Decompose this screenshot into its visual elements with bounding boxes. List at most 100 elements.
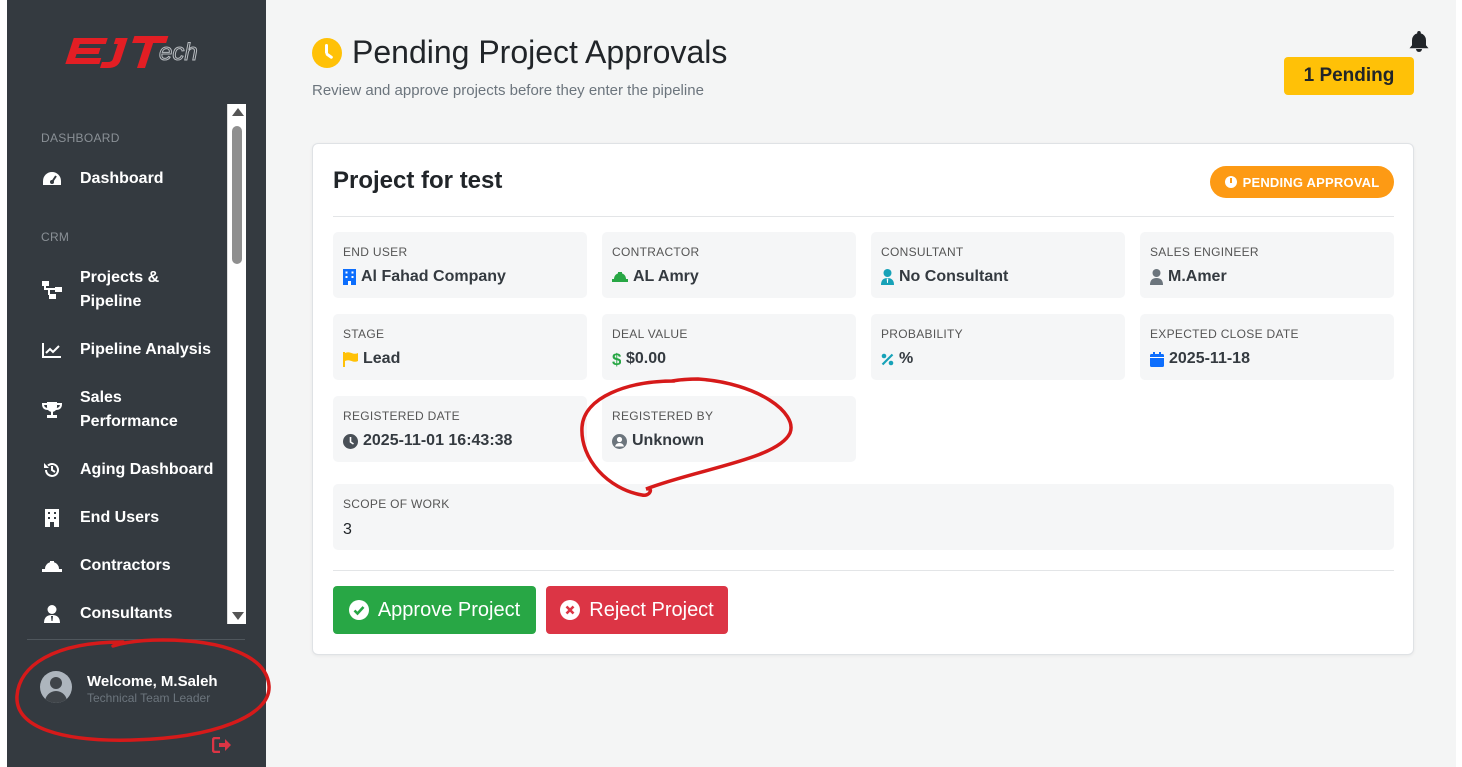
field-value: No Consultant bbox=[899, 268, 1009, 285]
sidebar-item-projects-pipeline[interactable]: Projects & Pipeline bbox=[7, 266, 227, 314]
window-edge-left bbox=[0, 0, 7, 767]
field-expected-close-date: EXPECTED CLOSE DATE 2025-11-18 bbox=[1140, 314, 1394, 380]
approve-project-button[interactable]: Approve Project bbox=[333, 586, 536, 634]
field-label: REGISTERED BY bbox=[612, 409, 714, 423]
reject-button-label: Reject Project bbox=[589, 598, 714, 621]
field-label: DEAL VALUE bbox=[612, 327, 688, 341]
sidebar-item-dashboard[interactable]: Dashboard bbox=[7, 167, 227, 191]
history-icon bbox=[41, 459, 63, 481]
field-label: REGISTERED DATE bbox=[343, 409, 460, 423]
sidebar: ech DASHBOARD Dashboard CRM Projects & P… bbox=[7, 0, 266, 767]
field-contractor: CONTRACTOR AL Amry bbox=[602, 232, 856, 298]
sidebar-item-aging-dashboard[interactable]: Aging Dashboard bbox=[7, 458, 227, 482]
user-icon bbox=[1150, 269, 1163, 285]
ejtech-logo[interactable]: ech bbox=[63, 28, 223, 74]
sidebar-item-end-users[interactable]: End Users bbox=[7, 506, 227, 530]
project-title: Project for test bbox=[333, 167, 503, 194]
field-value: 2025-11-18 bbox=[1169, 350, 1250, 367]
trophy-icon bbox=[41, 399, 63, 421]
flag-icon bbox=[343, 351, 358, 367]
field-registered-by: REGISTERED BY Unknown bbox=[602, 396, 856, 462]
bell-icon[interactable] bbox=[1408, 29, 1430, 53]
svg-text:ech: ech bbox=[159, 39, 198, 66]
page-title: Pending Project Approvals bbox=[312, 34, 727, 71]
sitemap-icon bbox=[41, 279, 63, 301]
sidebar-item-label: Contractors bbox=[80, 557, 171, 574]
sidebar-item-label: Dashboard bbox=[80, 170, 164, 187]
field-deal-value: DEAL VALUE $ $0.00 bbox=[602, 314, 856, 380]
field-value: AL Amry bbox=[633, 268, 699, 285]
field-label: PROBABILITY bbox=[881, 327, 963, 341]
building-icon bbox=[41, 507, 63, 529]
calendar-icon bbox=[1150, 351, 1164, 367]
clock-icon bbox=[312, 37, 342, 68]
field-label: END USER bbox=[343, 245, 408, 259]
welcome-text: Welcome, M.Saleh bbox=[87, 673, 218, 690]
dollar-icon: $ bbox=[612, 351, 621, 367]
building-icon bbox=[343, 269, 356, 285]
field-value: % bbox=[899, 350, 914, 367]
user-tie-icon bbox=[881, 269, 894, 285]
sidebar-item-label: Consultants bbox=[80, 605, 173, 622]
clock-icon bbox=[1224, 176, 1237, 188]
sidebar-item-consultants[interactable]: Consultants bbox=[7, 602, 227, 624]
sidebar-scrollbar[interactable] bbox=[227, 104, 246, 624]
main-content: Pending Project Approvals Review and app… bbox=[266, 0, 1456, 767]
field-registered-date: REGISTERED DATE 2025-11-01 16:43:38 bbox=[333, 396, 587, 462]
sidebar-item-label: End Users bbox=[80, 509, 160, 526]
hard-hat-icon bbox=[612, 272, 628, 282]
scroll-down-arrow-icon[interactable] bbox=[232, 612, 244, 620]
sidebar-item-label: Projects & Pipeline bbox=[80, 269, 160, 310]
section-label-crm: CRM bbox=[41, 230, 70, 244]
field-label: SCOPE OF WORK bbox=[343, 497, 450, 511]
field-value: Al Fahad Company bbox=[361, 268, 506, 285]
sidebar-nav: DASHBOARD Dashboard CRM Projects & Pipel… bbox=[7, 104, 227, 624]
field-value: $0.00 bbox=[626, 350, 667, 367]
card-divider bbox=[333, 216, 1394, 217]
approve-button-label: Approve Project bbox=[377, 598, 521, 621]
sidebar-item-contractors[interactable]: Contractors bbox=[7, 554, 227, 578]
sidebar-item-label: Pipeline Analysis bbox=[80, 341, 212, 358]
status-badge: PENDING APPROVAL bbox=[1210, 166, 1394, 198]
project-card: Project for test PENDING APPROVAL END US… bbox=[312, 143, 1414, 655]
reject-project-button[interactable]: Reject Project bbox=[546, 586, 728, 634]
sidebar-item-label: Sales Performance bbox=[80, 389, 178, 430]
scroll-up-arrow-icon[interactable] bbox=[232, 108, 244, 116]
field-value: 3 bbox=[343, 521, 352, 538]
clock-icon bbox=[343, 433, 358, 449]
logout-icon[interactable] bbox=[212, 737, 232, 753]
field-value: Unknown bbox=[632, 432, 704, 449]
pending-count-badge: 1 Pending bbox=[1284, 57, 1414, 95]
section-label-dashboard: DASHBOARD bbox=[41, 131, 120, 145]
hard-hat-icon bbox=[41, 555, 63, 577]
sidebar-item-sales-performance[interactable]: Sales Performance bbox=[7, 386, 227, 434]
field-value: Lead bbox=[363, 350, 401, 367]
user-circle-icon bbox=[612, 433, 627, 449]
times-circle-icon bbox=[560, 600, 581, 620]
field-label: EXPECTED CLOSE DATE bbox=[1150, 327, 1299, 341]
field-scope-of-work: SCOPE OF WORK 3 bbox=[333, 484, 1394, 550]
field-label: STAGE bbox=[343, 327, 385, 341]
page-title-text: Pending Project Approvals bbox=[352, 34, 728, 70]
field-label: SALES ENGINEER bbox=[1150, 245, 1259, 259]
status-badge-label: PENDING APPROVAL bbox=[1242, 174, 1380, 190]
field-end-user: END USER Al Fahad Company bbox=[333, 232, 587, 298]
percent-icon bbox=[881, 353, 894, 365]
sidebar-item-pipeline-analysis[interactable]: Pipeline Analysis bbox=[7, 338, 227, 362]
field-label: CONSULTANT bbox=[881, 245, 964, 259]
user-role: Technical Team Leader bbox=[87, 691, 211, 705]
user-profile[interactable]: Welcome, M.Saleh Technical Team Leader bbox=[40, 671, 240, 711]
user-tie-icon bbox=[41, 603, 63, 624]
sidebar-divider bbox=[27, 639, 245, 640]
scroll-thumb[interactable] bbox=[232, 126, 242, 264]
field-value: M.Amer bbox=[1168, 268, 1227, 285]
check-circle-icon bbox=[348, 600, 369, 620]
field-probability: PROBABILITY % bbox=[871, 314, 1125, 380]
avatar bbox=[40, 671, 72, 703]
sidebar-item-label: Aging Dashboard bbox=[80, 461, 214, 478]
window-edge-right bbox=[1456, 0, 1462, 767]
page-subtitle: Review and approve projects before they … bbox=[312, 82, 704, 99]
field-consultant: CONSULTANT No Consultant bbox=[871, 232, 1125, 298]
svg-text:$: $ bbox=[612, 351, 621, 367]
field-stage: STAGE Lead bbox=[333, 314, 587, 380]
